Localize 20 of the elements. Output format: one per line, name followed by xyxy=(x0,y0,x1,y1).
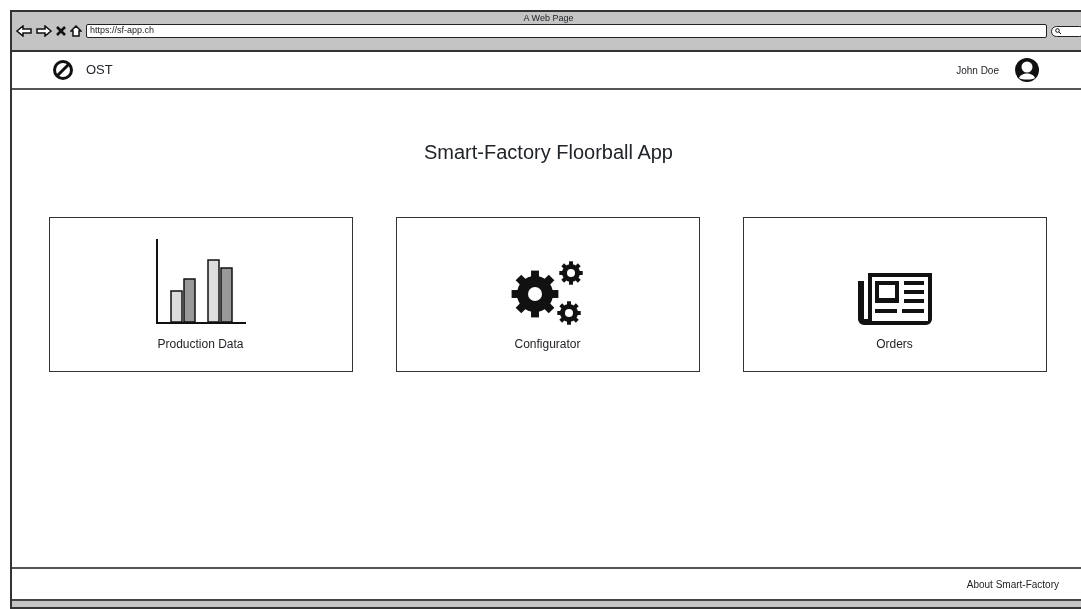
logo-icon[interactable] xyxy=(52,59,74,81)
forward-icon[interactable] xyxy=(36,25,52,37)
navigation-card[interactable]: Orders xyxy=(742,217,1047,372)
bar-chart-icon xyxy=(154,239,247,325)
user-avatar-icon[interactable] xyxy=(1013,56,1041,84)
page-heading: Smart-Factory Floorball App xyxy=(424,140,673,164)
navigation-card[interactable]: Production Data xyxy=(48,217,353,372)
back-icon[interactable] xyxy=(16,25,32,37)
brand-name[interactable]: OST xyxy=(86,60,113,80)
user-name: John Doe xyxy=(956,63,999,78)
about-link[interactable]: About Smart-Factory xyxy=(966,576,1059,592)
newspaper-icon xyxy=(857,273,932,325)
search-icon xyxy=(1055,28,1061,34)
navigation-card[interactable]: Configurator xyxy=(395,217,700,372)
window-title: A Web Page xyxy=(522,13,575,24)
address-field[interactable]: https://sf-app.ch xyxy=(86,24,1047,38)
home-icon[interactable] xyxy=(70,25,82,37)
close-icon[interactable] xyxy=(56,26,66,36)
search-field[interactable] xyxy=(1051,25,1081,37)
gears-icon xyxy=(510,261,585,325)
